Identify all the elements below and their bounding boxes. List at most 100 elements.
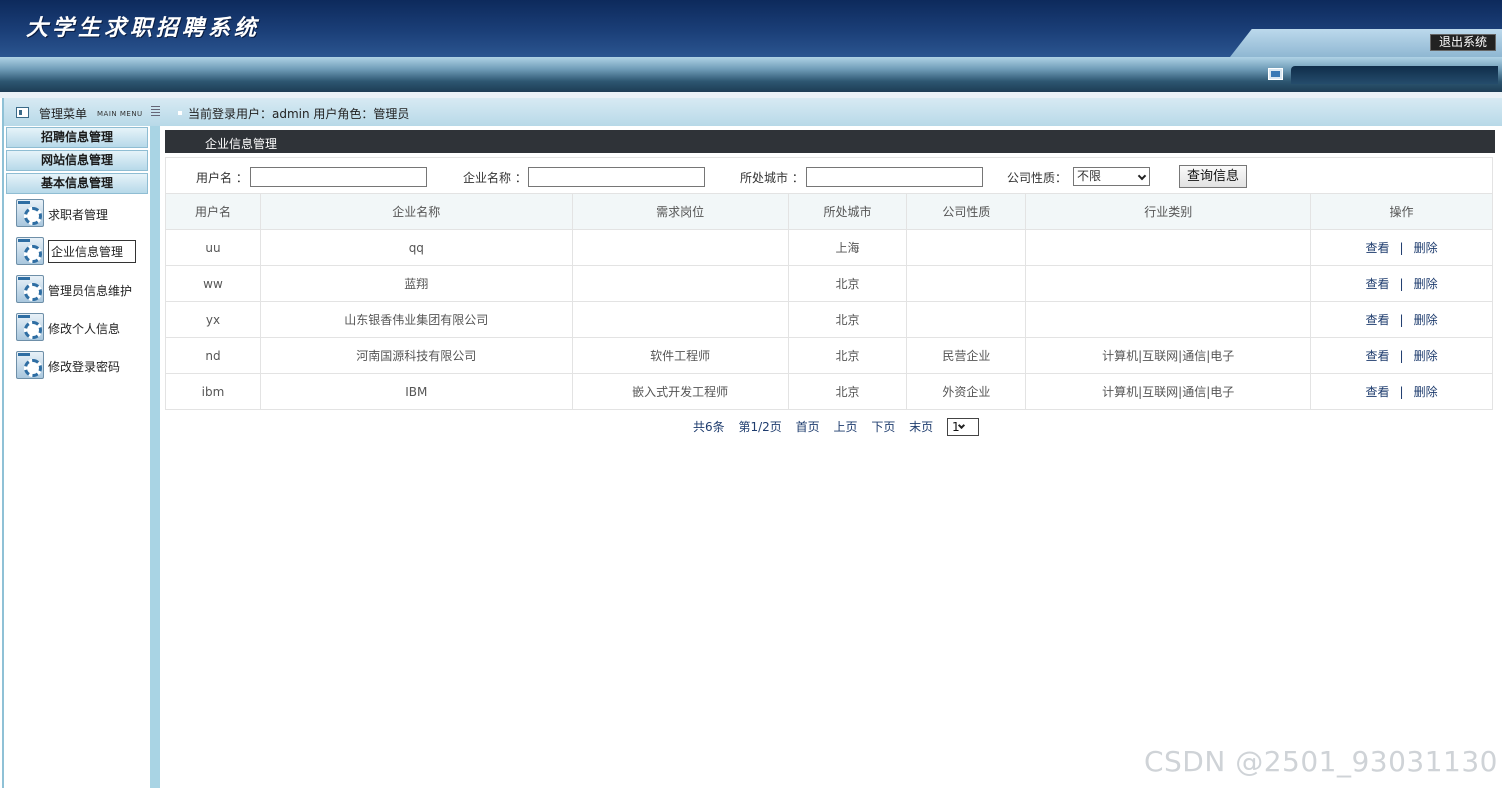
page-select[interactable]: 1 [947, 417, 979, 436]
cell-nature [906, 301, 1027, 338]
cell-actions: 查看 | 删除 [1310, 373, 1493, 410]
column-header: 公司性质 [906, 193, 1027, 230]
menu-toggle-icon[interactable] [151, 106, 160, 116]
cell-city: 北京 [787, 301, 908, 338]
cell-nature [906, 229, 1027, 266]
delete-link[interactable]: 删除 [1414, 313, 1438, 327]
action-separator: | [1399, 385, 1404, 399]
delete-link[interactable]: 删除 [1414, 385, 1438, 399]
section-header: 企业信息管理 [165, 130, 1495, 153]
nature-selected-value: 不限 [1077, 169, 1102, 183]
table-row: uu qq 上海 查看 | 删除 [165, 229, 1493, 266]
monitor-icon [1268, 68, 1283, 80]
action-separator: | [1399, 313, 1404, 327]
gear-icon [16, 237, 44, 265]
delete-link[interactable]: 删除 [1414, 241, 1438, 255]
cell-username: ww [165, 265, 261, 302]
column-header: 企业名称 [259, 193, 573, 230]
menu-title: 管理菜单 [39, 107, 88, 121]
cell-city: 北京 [787, 373, 908, 410]
gear-icon [16, 199, 44, 227]
pager-first[interactable]: 首页 [796, 420, 820, 434]
cell-company: IBM [259, 373, 573, 410]
app-title: 大学生求职招聘系统 [26, 15, 261, 41]
cell-position [571, 265, 789, 302]
cell-actions: 查看 | 删除 [1310, 265, 1493, 302]
sidebar-item-profile[interactable]: 修改个人信息 [16, 313, 146, 343]
cell-actions: 查看 | 删除 [1310, 229, 1493, 266]
cell-industry [1025, 265, 1312, 302]
pager-next[interactable]: 下页 [871, 420, 895, 434]
pager-page: 第1/2页 [738, 420, 782, 434]
table-row: nd 河南国源科技有限公司 软件工程师 北京 民营企业 计算机|互联网|通信|电… [165, 337, 1493, 374]
cell-city: 上海 [787, 229, 908, 266]
column-header: 用户名 [165, 193, 261, 230]
column-header: 所处城市 [787, 193, 908, 230]
pager-total: 共6条 [693, 420, 725, 434]
view-link[interactable]: 查看 [1366, 313, 1390, 327]
company-table: 用户名 企业名称 需求岗位 所处城市 公司性质 行业类别 操作 uu qq 上海… [165, 193, 1493, 410]
column-header: 行业类别 [1025, 193, 1312, 230]
column-header: 需求岗位 [571, 193, 789, 230]
secondary-bar [0, 57, 1502, 92]
table-header-row: 用户名 企业名称 需求岗位 所处城市 公司性质 行业类别 操作 [165, 193, 1493, 230]
city-label: 所处城市 ： [740, 171, 804, 185]
cell-industry: 计算机|互联网|通信|电子 [1025, 373, 1312, 410]
cell-industry [1025, 301, 1312, 338]
delete-link[interactable]: 删除 [1414, 277, 1438, 291]
menu-group-basic[interactable]: 基本信息管理 [6, 173, 148, 194]
sidebar-item-jobseeker[interactable]: 求职者管理 [16, 199, 146, 229]
menu-group-recruit[interactable]: 招聘信息管理 [6, 127, 148, 148]
cell-position [571, 301, 789, 338]
chevron-down-icon [1137, 171, 1147, 181]
chevron-down-icon [957, 421, 966, 429]
sidebar-item-password[interactable]: 修改登录密码 [16, 351, 146, 381]
cell-actions: 查看 | 删除 [1310, 337, 1493, 374]
table-row: ibm IBM 嵌入式开发工程师 北京 外资企业 计算机|互联网|通信|电子 查… [165, 373, 1493, 410]
cell-username: uu [165, 229, 261, 266]
sidebar-item-label: 求职者管理 [48, 208, 109, 222]
company-input[interactable] [528, 167, 705, 187]
info-bar: 当前登录用户：admin 用户角色：管理员 [160, 98, 1502, 126]
cell-company: 蓝翔 [259, 265, 573, 302]
sidebar-item-admin[interactable]: 管理员信息维护 [16, 275, 146, 305]
delete-link[interactable]: 删除 [1414, 349, 1438, 363]
nature-label: 公司性质： [1007, 171, 1068, 185]
sidebar-item-company[interactable]: 企业信息管理 [16, 237, 146, 267]
cell-nature: 外资企业 [906, 373, 1027, 410]
view-link[interactable]: 查看 [1366, 349, 1390, 363]
menu-title-en: MAIN MENU [97, 110, 143, 118]
secondary-bar-decoration [1291, 66, 1498, 84]
username-input[interactable] [250, 167, 427, 187]
sidebar-divider [150, 98, 160, 788]
cell-nature [906, 265, 1027, 302]
view-link[interactable]: 查看 [1366, 241, 1390, 255]
watermark: CSDN @2501_93031130 [1143, 745, 1498, 778]
gear-icon [16, 275, 44, 303]
current-user-info: 当前登录用户：admin 用户角色：管理员 [188, 107, 410, 121]
gear-icon [16, 351, 44, 379]
view-link[interactable]: 查看 [1366, 277, 1390, 291]
cell-company: 山东银香伟业集团有限公司 [259, 301, 573, 338]
pagination: 共6条 第1/2页 首页 上页 下页 末页 1 [693, 417, 989, 436]
pager-prev[interactable]: 上页 [833, 420, 857, 434]
nature-select[interactable]: 不限 [1073, 167, 1150, 186]
action-separator: | [1399, 277, 1404, 291]
company-label: 企业名称 ： [463, 171, 527, 185]
cell-position [571, 229, 789, 266]
table-row: yx 山东银香伟业集团有限公司 北京 查看 | 删除 [165, 301, 1493, 338]
menu-group-website[interactable]: 网站信息管理 [6, 150, 148, 171]
cell-username: yx [165, 301, 261, 338]
cell-company: 河南国源科技有限公司 [259, 337, 573, 374]
section-title: 企业信息管理 [205, 137, 278, 151]
cell-position: 嵌入式开发工程师 [571, 373, 789, 410]
city-input[interactable] [806, 167, 983, 187]
view-link[interactable]: 查看 [1366, 385, 1390, 399]
cell-actions: 查看 | 删除 [1310, 301, 1493, 338]
pager-last[interactable]: 末页 [909, 420, 933, 434]
logout-button[interactable]: 退出系统 [1429, 34, 1496, 51]
sidebar-item-label: 管理员信息维护 [48, 284, 133, 298]
cell-position: 软件工程师 [571, 337, 789, 374]
search-button[interactable]: 查询信息 [1179, 165, 1247, 188]
cell-industry [1025, 229, 1312, 266]
